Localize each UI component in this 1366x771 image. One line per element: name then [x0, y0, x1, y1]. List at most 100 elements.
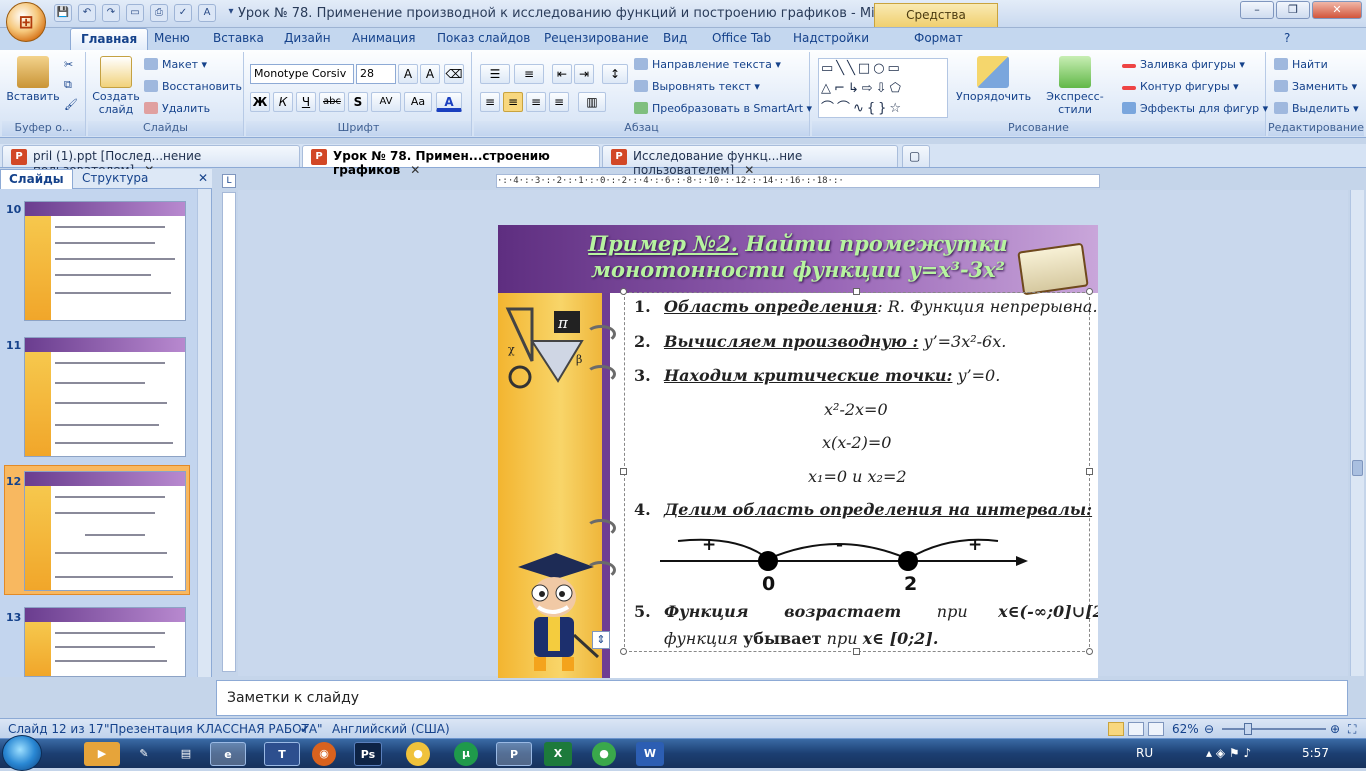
align-left-icon[interactable]: ≡ — [480, 92, 500, 112]
resize-handle[interactable] — [1086, 468, 1093, 475]
resize-handle[interactable] — [620, 288, 627, 295]
font-color-icon[interactable]: A — [198, 4, 216, 22]
open-icon[interactable]: ▭ — [126, 4, 144, 22]
internet-explorer-icon[interactable]: e — [210, 742, 246, 766]
doc-tab-lesson78[interactable]: P Урок № 78. Примен...строению графиков ✕ — [302, 145, 600, 177]
resize-handle[interactable] — [1086, 288, 1093, 295]
clear-format-icon[interactable]: ⌫ — [444, 64, 464, 84]
tab-addins[interactable]: Надстройки — [793, 31, 869, 45]
select-button[interactable]: Выделить ▾ — [1274, 102, 1359, 115]
resize-handle[interactable] — [620, 468, 627, 475]
replace-button[interactable]: Заменить ▾ — [1274, 80, 1357, 93]
word-icon[interactable]: W — [636, 742, 664, 766]
close-button[interactable]: ✕ — [1312, 1, 1362, 19]
tab-slides[interactable]: Слайды — [0, 169, 73, 189]
tab-insert[interactable]: Вставка — [213, 31, 264, 45]
change-case-button[interactable]: Aa — [404, 92, 432, 112]
close-pane-icon[interactable]: ✕ — [190, 169, 216, 189]
reset-button[interactable]: Восстановить — [144, 80, 242, 93]
numbering-icon[interactable]: ≡ — [514, 64, 544, 84]
spellcheck-status-icon[interactable]: ✔ — [300, 722, 310, 736]
zoom-slider[interactable] — [1222, 728, 1326, 730]
language-status[interactable]: Английский (США) — [332, 722, 450, 736]
excel-icon[interactable]: X — [544, 742, 572, 766]
slide-vertical-scrollbar[interactable] — [1350, 190, 1364, 676]
text-direction-button[interactable]: Направление текста ▾ — [634, 58, 781, 71]
align-text-button[interactable]: Выровнять текст ▾ — [634, 80, 760, 93]
spellcheck-icon[interactable]: ✓ — [174, 4, 192, 22]
tab-office-tab[interactable]: Office Tab — [712, 31, 771, 45]
slide-title[interactable]: Пример №2. Найти промежутки монотонности… — [498, 231, 1098, 283]
decrease-indent-icon[interactable]: ⇤ — [552, 64, 572, 84]
start-button[interactable] — [2, 735, 42, 771]
copy-icon[interactable]: ⧉ — [64, 78, 72, 92]
slide-canvas[interactable]: Пример №2. Найти промежутки монотонности… — [498, 225, 1098, 678]
layout-button[interactable]: Макет ▾ — [144, 58, 207, 71]
tab-menu[interactable]: Меню — [154, 31, 190, 45]
new-tab-button[interactable]: ▢ — [902, 145, 930, 167]
quick-styles-button[interactable]: Экспресс-стили — [1034, 56, 1116, 116]
drawing-tools-context-tab[interactable]: Средства рисования — [874, 3, 998, 44]
char-spacing-button[interactable]: AV — [371, 92, 401, 112]
zoom-level[interactable]: 62% — [1172, 722, 1199, 736]
text-app-icon[interactable]: T — [264, 742, 300, 766]
slide-thumbnail-11[interactable] — [24, 337, 186, 457]
font-family-select[interactable]: Monotype Corsiv — [250, 64, 354, 84]
powerpoint-taskbar-icon[interactable]: P — [496, 742, 532, 766]
clock[interactable]: 5:57 — [1302, 746, 1329, 760]
new-slide-button[interactable]: Создать слайд — [92, 56, 140, 116]
horizontal-ruler[interactable]: ·:·4·:·3·:·2·:·1·:·0·:·2·:·4·:·6·:·8·:·1… — [496, 174, 1100, 188]
tool-icon[interactable]: ✎ — [126, 742, 162, 766]
delete-slide-button[interactable]: Удалить — [144, 102, 210, 115]
columns-icon[interactable]: ▥ — [578, 92, 606, 112]
tab-slideshow[interactable]: Показ слайдов — [437, 31, 530, 45]
resize-handle[interactable] — [853, 288, 860, 295]
office-button[interactable]: ⊞ — [6, 2, 46, 42]
vertical-ruler[interactable] — [222, 192, 236, 672]
justify-icon[interactable]: ≡ — [549, 92, 569, 112]
cut-icon[interactable]: ✂ — [64, 58, 73, 71]
resize-handle[interactable] — [620, 648, 627, 655]
fit-to-window-icon[interactable]: ⛶ — [1348, 722, 1356, 737]
slide-thumbnail-10[interactable] — [24, 201, 186, 321]
resize-handle[interactable] — [1086, 648, 1093, 655]
underline-button[interactable]: Ч — [296, 92, 316, 112]
arrange-button[interactable]: Упорядочить — [956, 56, 1031, 103]
shadow-button[interactable]: S — [348, 92, 368, 112]
tab-outline[interactable]: Структура — [74, 169, 156, 189]
chrome-icon[interactable]: ● — [406, 742, 430, 766]
grow-font-icon[interactable]: A — [398, 64, 418, 84]
paste-button[interactable]: Вставить — [6, 56, 60, 103]
close-tab-icon[interactable]: ✕ — [410, 163, 420, 177]
italic-button[interactable]: К — [273, 92, 293, 112]
tray-icons[interactable]: ▴ ◈ ⚑ ♪ — [1206, 746, 1251, 760]
save-icon[interactable]: 💾 — [54, 4, 72, 22]
zoom-in-icon[interactable]: ⊕ — [1330, 722, 1340, 736]
font-color-button[interactable]: A — [436, 92, 462, 112]
tab-home[interactable]: Главная — [70, 28, 149, 50]
explorer-icon[interactable]: ▤ — [168, 742, 204, 766]
undo-icon[interactable]: ↶ — [78, 4, 96, 22]
help-icon[interactable]: ? — [1284, 31, 1290, 45]
green-app-icon[interactable]: ● — [592, 742, 616, 766]
slideshow-view-icon[interactable] — [1148, 722, 1164, 736]
slide-sorter-view-icon[interactable] — [1128, 722, 1144, 736]
normal-view-icon[interactable] — [1108, 722, 1124, 736]
redo-icon[interactable]: ↷ — [102, 4, 120, 22]
find-button[interactable]: Найти — [1274, 58, 1328, 71]
slides-pane-scrollbar[interactable] — [197, 189, 211, 677]
shape-fill-button[interactable]: Заливка фигуры ▾ — [1122, 58, 1245, 71]
slide-thumbnail-13[interactable] — [24, 607, 186, 677]
shape-effects-button[interactable]: Эффекты для фигур ▾ — [1122, 102, 1268, 115]
line-spacing-icon[interactable]: ↕ — [602, 64, 628, 84]
notes-pane[interactable]: Заметки к слайду — [216, 680, 1348, 716]
autofit-options-icon[interactable]: ⇕ — [592, 631, 610, 649]
photoshop-icon[interactable]: Ps — [354, 742, 382, 766]
firefox-icon[interactable]: ◉ — [312, 742, 336, 766]
tab-animation[interactable]: Анимация — [352, 31, 415, 45]
shape-outline-button[interactable]: Контур фигуры ▾ — [1122, 80, 1239, 93]
zoom-slider-thumb[interactable] — [1244, 723, 1252, 735]
align-right-icon[interactable]: ≡ — [526, 92, 546, 112]
bullets-icon[interactable]: ☰ — [480, 64, 510, 84]
tab-review[interactable]: Рецензирование — [544, 31, 649, 45]
